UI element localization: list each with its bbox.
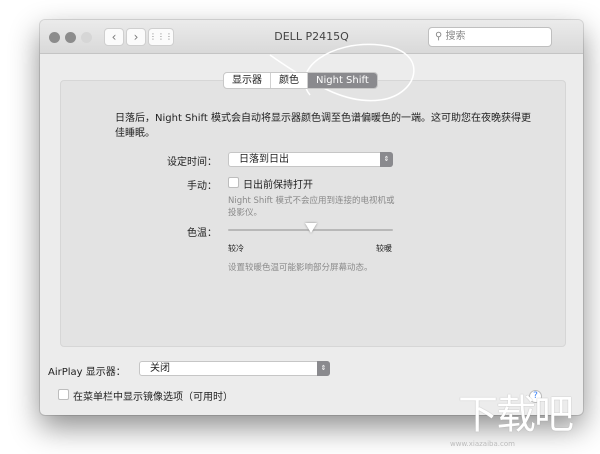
tab-color[interactable]: 颜色 [271,73,308,88]
tab-bar: 显示器 颜色 Night Shift [223,72,378,89]
watermark-logo: 下载吧 [458,392,574,438]
tab-display[interactable]: 显示器 [224,73,271,88]
tab-night-shift[interactable]: Night Shift [308,73,377,88]
watermark-url: www.xiazaiba.com [450,440,515,448]
